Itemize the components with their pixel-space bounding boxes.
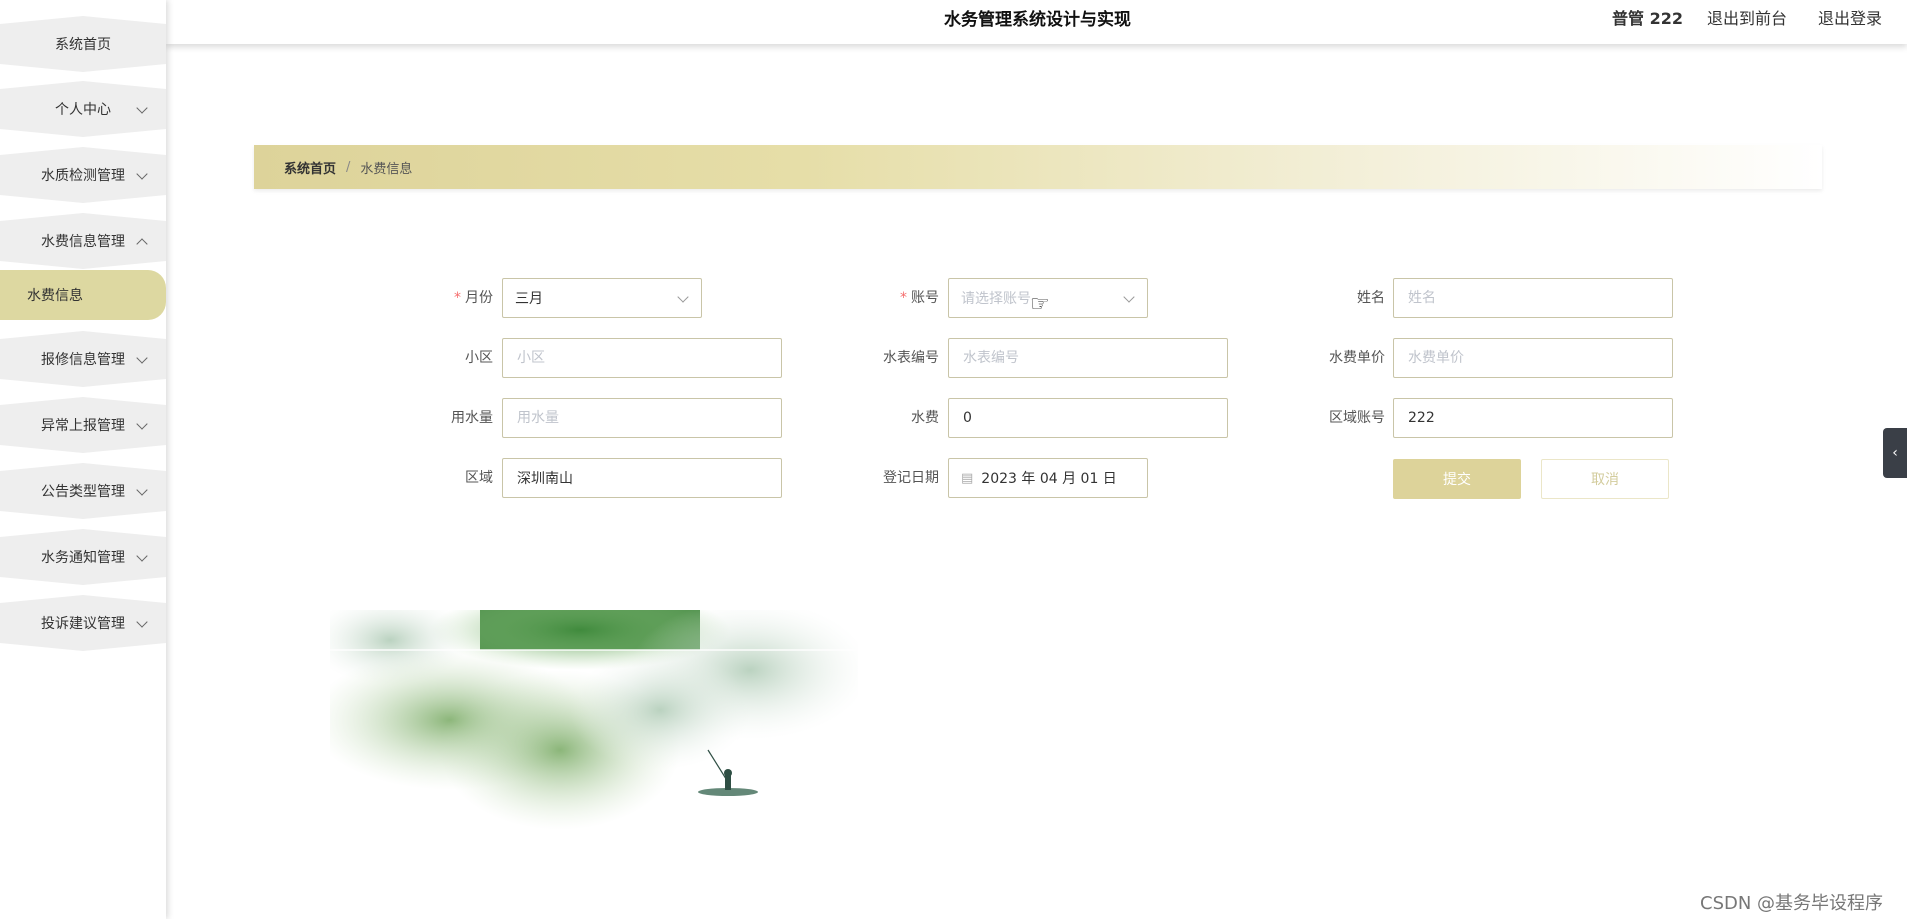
account-select-placeholder: 请选择账号 — [961, 291, 1031, 307]
community-label: 小区 — [465, 350, 493, 366]
date-label: 登记日期 — [883, 470, 939, 486]
sidebar-item-label: 水务通知管理 — [41, 550, 125, 566]
sidebar-item-water-quality[interactable]: 水质检测管理 — [0, 147, 166, 203]
unit-price-input[interactable] — [1406, 349, 1660, 367]
area-account-input[interactable] — [1406, 409, 1660, 427]
sidebar-subitem-label: 水费信息 — [27, 288, 83, 304]
unit-price-label: 水费单价 — [1329, 350, 1385, 366]
community-input[interactable] — [515, 349, 769, 367]
name-label: 姓名 — [1357, 290, 1385, 306]
usage-field[interactable] — [502, 398, 782, 438]
breadcrumb-current: 水费信息 — [360, 161, 413, 177]
watermark: CSDN @基务毕设程序 — [1700, 893, 1884, 914]
name-input[interactable] — [1406, 289, 1660, 307]
logout-link[interactable]: 退出登录 — [1818, 5, 1882, 29]
calendar-icon: ▤ — [961, 470, 974, 486]
usage-label: 用水量 — [451, 410, 493, 426]
month-select[interactable]: 三月 — [502, 278, 702, 318]
fee-input[interactable] — [961, 409, 1215, 427]
meter-no-label: 水表编号 — [883, 350, 939, 366]
chevron-down-icon — [1123, 291, 1135, 303]
sidebar-item-complaint[interactable]: 投诉建议管理 — [0, 595, 166, 651]
cancel-button[interactable]: 取消 — [1541, 459, 1669, 499]
sidebar-item-anomaly[interactable]: 异常上报管理 — [0, 397, 166, 453]
sidebar-item-personal[interactable]: 个人中心 — [0, 81, 166, 137]
account-label-text: 账号 — [911, 290, 939, 306]
meter-no-field[interactable] — [948, 338, 1228, 378]
breadcrumb-home[interactable]: 系统首页 — [284, 158, 336, 177]
side-panel-toggle[interactable]: ‹ — [1883, 428, 1907, 478]
sidebar-item-label: 投诉建议管理 — [41, 616, 125, 632]
month-select-value: 三月 — [515, 291, 543, 307]
month-label-text: 月份 — [465, 290, 493, 306]
usage-input[interactable] — [515, 409, 769, 427]
sidebar-item-water-fee[interactable]: 水费信息管理 — [0, 213, 166, 269]
sidebar-item-label: 异常上报管理 — [41, 418, 125, 434]
sidebar-item-label: 公告类型管理 — [41, 484, 125, 500]
sidebar-item-home[interactable]: 系统首页 — [0, 16, 166, 72]
sidebar-item-label: 报修信息管理 — [41, 352, 125, 368]
sidebar-item-repair[interactable]: 报修信息管理 — [0, 331, 166, 387]
back-to-front-link[interactable]: 退出到前台 — [1707, 5, 1787, 29]
sidebar-item-label: 系统首页 — [55, 37, 111, 53]
sidebar-item-water-notice[interactable]: 水务通知管理 — [0, 529, 166, 585]
mouse-cursor-icon: ☞ — [1030, 292, 1050, 317]
chevron-left-icon: ‹ — [1892, 445, 1898, 461]
submit-button[interactable]: 提交 — [1393, 459, 1521, 499]
fee-field[interactable] — [948, 398, 1228, 438]
area-input[interactable] — [515, 469, 769, 487]
app-title: 水务管理系统设计与实现 — [944, 10, 1131, 30]
area-label: 区域 — [465, 470, 493, 486]
chevron-down-icon — [677, 291, 689, 303]
sidebar-subitem-water-fee-info[interactable]: 水费信息 — [0, 270, 166, 320]
area-account-label: 区域账号 — [1329, 410, 1385, 426]
date-value: 2023 年 04 月 01 日 — [981, 471, 1117, 487]
sidebar-item-label: 水质检测管理 — [41, 168, 125, 184]
area-field[interactable] — [502, 458, 782, 498]
sidebar: 系统首页 个人中心 水质检测管理 水费信息管理 水费信息 报修信息管理 异常上报… — [0, 0, 166, 919]
required-mark: * — [454, 290, 461, 306]
sidebar-item-label: 个人中心 — [55, 102, 111, 118]
unit-price-field[interactable] — [1393, 338, 1673, 378]
sidebar-item-label: 水费信息管理 — [41, 234, 125, 250]
breadcrumb: 系统首页 / 水费信息 — [254, 145, 1822, 189]
fee-label: 水费 — [911, 410, 939, 426]
meter-no-input[interactable] — [961, 349, 1215, 367]
date-picker[interactable]: ▤ 2023 年 04 月 01 日 — [948, 458, 1148, 498]
month-label: * 月份 — [373, 278, 493, 318]
current-user: 普管 222 — [1612, 9, 1683, 28]
breadcrumb-separator: / — [346, 159, 351, 175]
community-field[interactable] — [502, 338, 782, 378]
required-mark: * — [900, 290, 907, 306]
sidebar-item-notice-type[interactable]: 公告类型管理 — [0, 463, 166, 519]
scenery-illustration — [330, 610, 858, 832]
name-field[interactable] — [1393, 278, 1673, 318]
scenery-image — [330, 610, 858, 832]
area-account-field[interactable] — [1393, 398, 1673, 438]
account-label: * 账号 — [819, 278, 939, 318]
